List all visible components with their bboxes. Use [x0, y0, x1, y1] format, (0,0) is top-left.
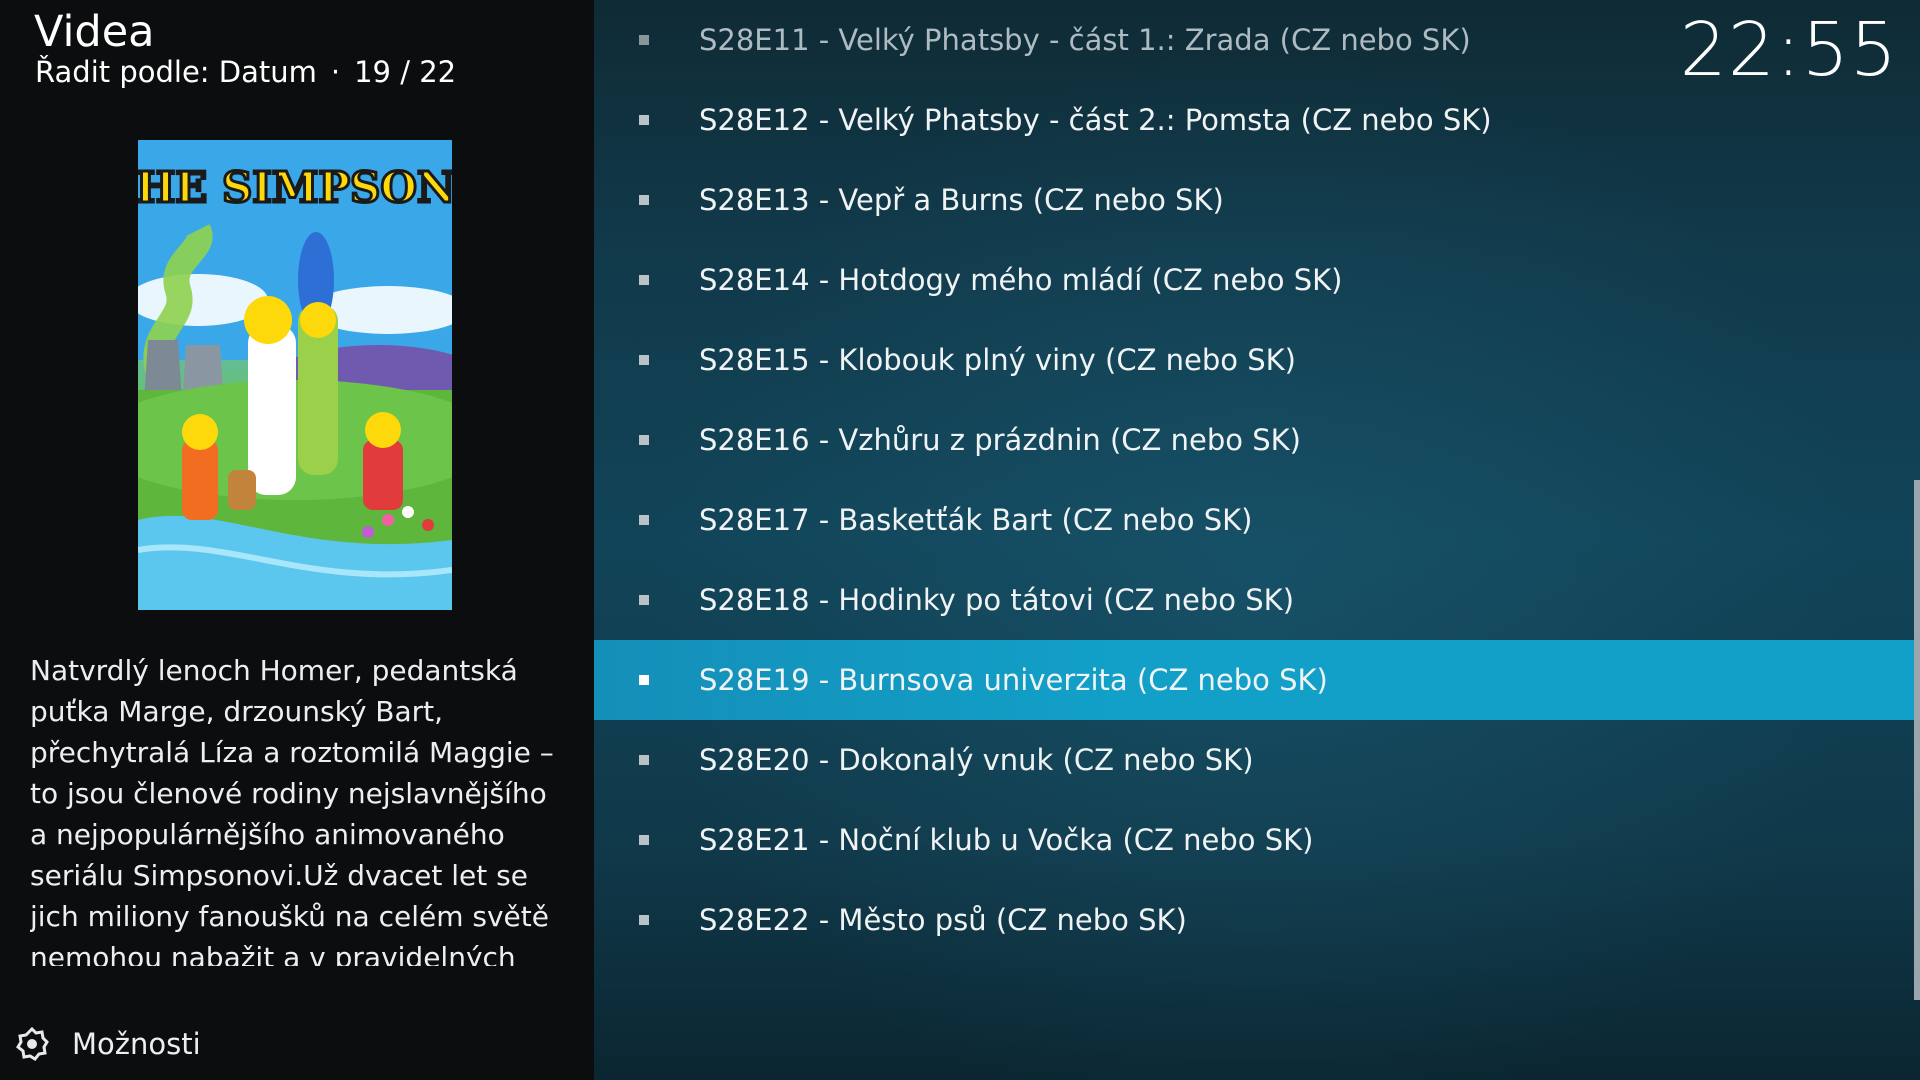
episode-title: S28E18 - Hodinky po tátovi (CZ nebo SK) [699, 583, 1295, 617]
bullet-icon [639, 435, 649, 445]
poster-title: THE SIMPSONS [138, 163, 452, 212]
episode-list: S28E11 - Velký Phatsby - část 1.: Zrada … [594, 0, 1920, 1080]
poster-artwork: THE SIMPSONS [138, 140, 452, 610]
episode-title: S28E11 - Velký Phatsby - část 1.: Zrada … [699, 23, 1471, 57]
bullet-icon [639, 755, 649, 765]
bullet-icon [639, 275, 649, 285]
bullet-icon [639, 35, 649, 45]
list-item[interactable]: S28E15 - Klobouk plný viny (CZ nebo SK) [594, 320, 1920, 400]
sort-label: Řadit podle: Datum [35, 55, 317, 89]
sort-info: Řadit podle: Datum · 19 / 22 [35, 52, 456, 92]
episode-title: S28E13 - Vepř a Burns (CZ nebo SK) [699, 183, 1224, 217]
bullet-icon [639, 195, 649, 205]
episode-title: S28E20 - Dokonalý vnuk (CZ nebo SK) [699, 743, 1254, 777]
list-item[interactable]: S28E20 - Dokonalý vnuk (CZ nebo SK) [594, 720, 1920, 800]
list-item[interactable]: S28E16 - Vzhůru z prázdnin (CZ nebo SK) [594, 400, 1920, 480]
bullet-icon [639, 915, 649, 925]
info-side-panel: Videa Řadit podle: Datum · 19 / 22 HE SI… [0, 0, 594, 1080]
page-title: Videa [34, 7, 155, 57]
options-label: Možnosti [72, 1027, 201, 1061]
list-item[interactable]: S28E21 - Noční klub u Vočka (CZ nebo SK) [594, 800, 1920, 880]
list-item[interactable]: S28E17 - Basketťák Bart (CZ nebo SK) [594, 480, 1920, 560]
list-item[interactable]: S28E14 - Hotdogy mého mládí (CZ nebo SK) [594, 240, 1920, 320]
episode-title: S28E14 - Hotdogy mého mládí (CZ nebo SK) [699, 263, 1343, 297]
bullet-icon [639, 835, 649, 845]
options-button[interactable]: Možnosti [14, 1022, 201, 1066]
bullet-icon [639, 515, 649, 525]
bullet-icon [639, 595, 649, 605]
list-item[interactable]: S28E13 - Vepř a Burns (CZ nebo SK) [594, 160, 1920, 240]
item-position: 19 / 22 [354, 55, 457, 89]
separator-dot: · [330, 55, 341, 89]
list-scrollbar[interactable] [1914, 480, 1920, 1000]
show-poster: THE SIMPSONS [138, 140, 452, 610]
list-item-selected[interactable]: S28E19 - Burnsova univerzita (CZ nebo SK… [594, 640, 1920, 720]
episode-title: S28E16 - Vzhůru z prázdnin (CZ nebo SK) [699, 423, 1301, 457]
episode-title: S28E22 - Město psů (CZ nebo SK) [699, 903, 1187, 937]
episode-title: S28E21 - Noční klub u Vočka (CZ nebo SK) [699, 823, 1314, 857]
episode-title: S28E15 - Klobouk plný viny (CZ nebo SK) [699, 343, 1296, 377]
episode-title: S28E19 - Burnsova univerzita (CZ nebo SK… [699, 663, 1328, 697]
bullet-icon [639, 355, 649, 365]
list-item[interactable]: S28E22 - Město psů (CZ nebo SK) [594, 880, 1920, 960]
bullet-icon [639, 675, 649, 685]
clock: 22:55 [1679, 7, 1898, 93]
bullet-icon [639, 115, 649, 125]
episode-title: S28E12 - Velký Phatsby - část 2.: Pomsta… [699, 103, 1492, 137]
list-item[interactable]: S28E18 - Hodinky po tátovi (CZ nebo SK) [594, 560, 1920, 640]
options-gear-icon [14, 1026, 50, 1062]
kodi-video-library: Videa Řadit podle: Datum · 19 / 22 HE SI… [0, 0, 1920, 1080]
plot-description: Natvrdlý lenoch Homer, pedantská puťka M… [30, 654, 554, 966]
episode-title: S28E17 - Basketťák Bart (CZ nebo SK) [699, 503, 1253, 537]
